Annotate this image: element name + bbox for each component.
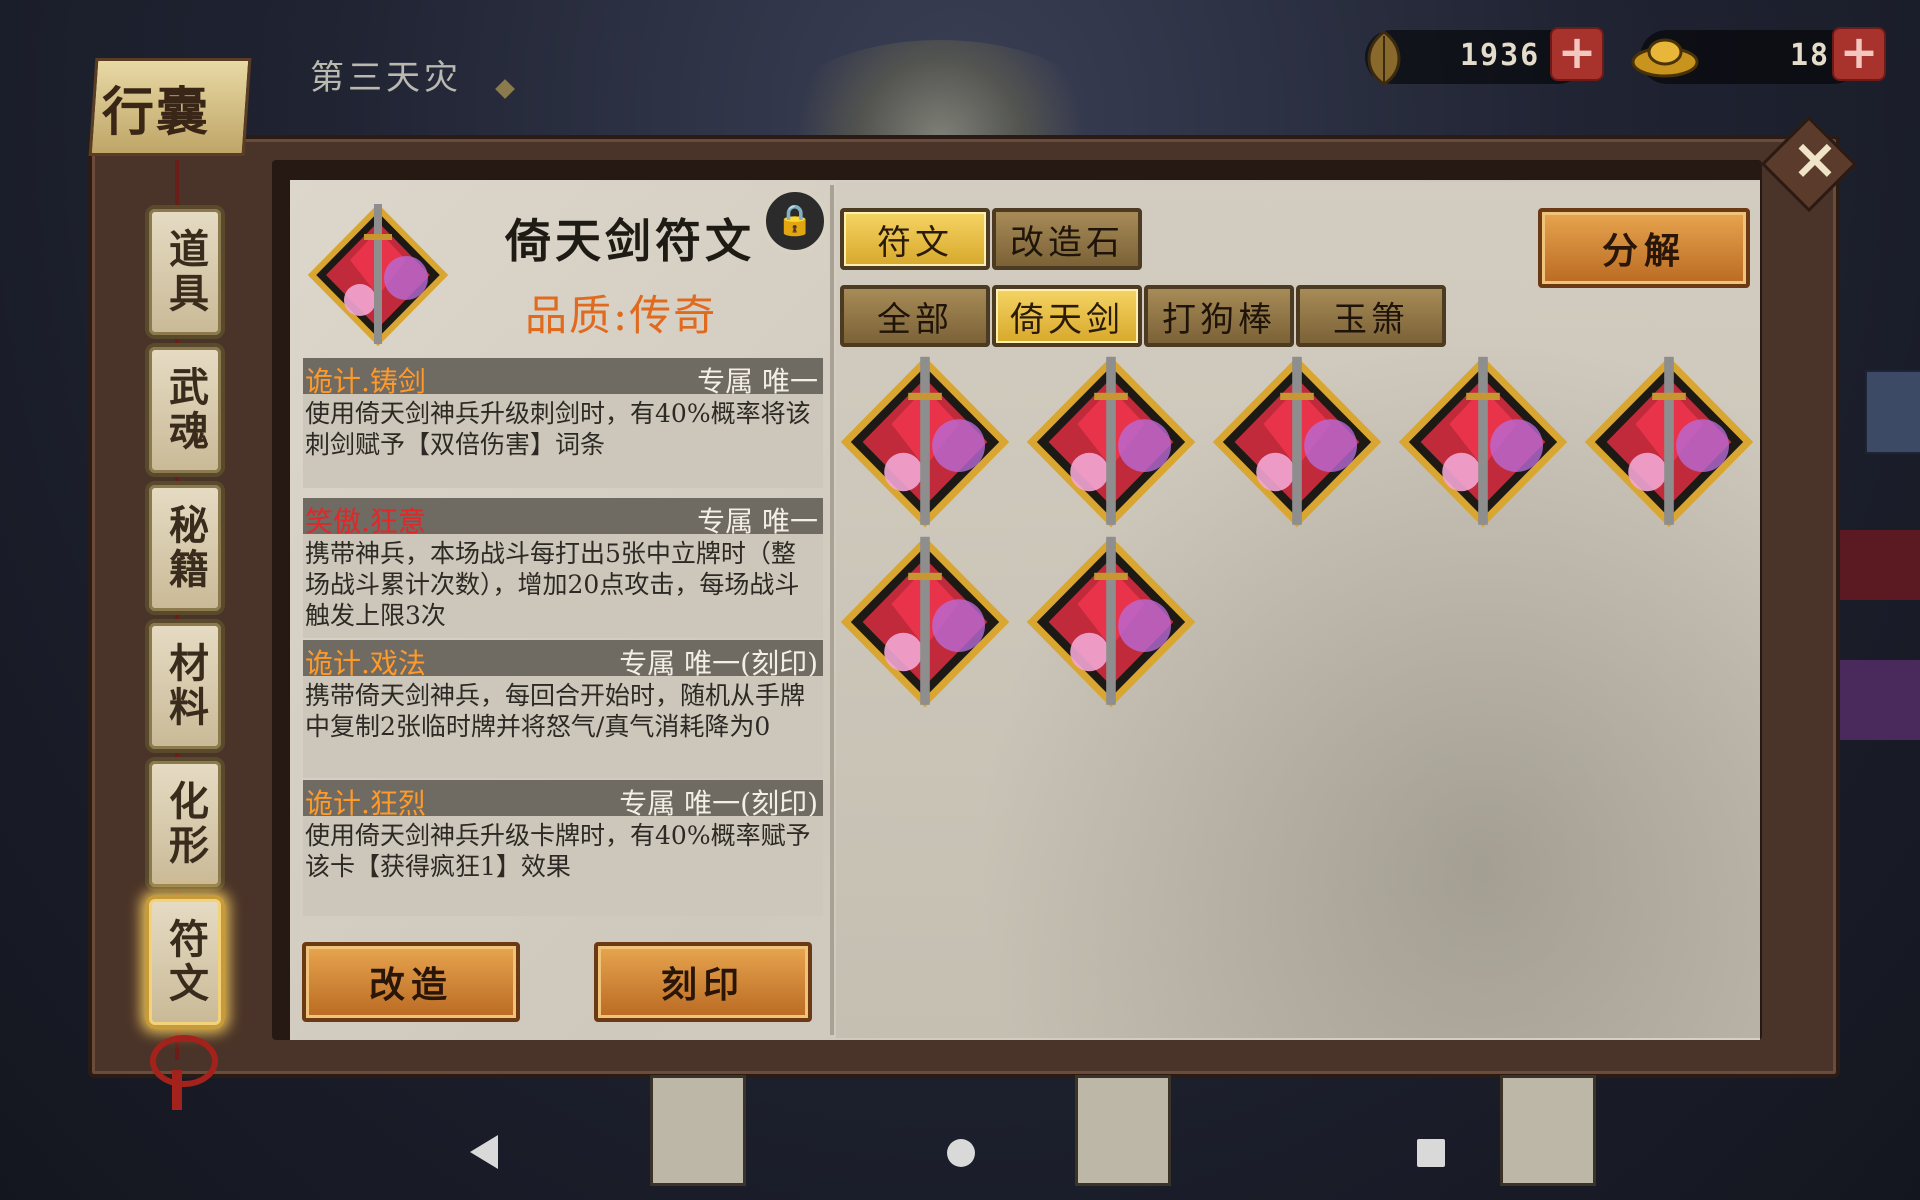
selected-rune-icon — [307, 200, 449, 347]
nav-home-icon[interactable] — [947, 1139, 975, 1167]
gold-currency-value: 18 — [1790, 38, 1831, 73]
knot-decoration — [150, 1035, 218, 1087]
rune-slot[interactable] — [1398, 352, 1568, 528]
lock-icon[interactable]: 🔒 — [762, 188, 828, 254]
bottom-banner — [1500, 1075, 1596, 1186]
gold-ingot-icon — [1630, 28, 1700, 84]
tab-modify-stone[interactable]: 改造石 — [992, 208, 1142, 270]
side-tab-transform[interactable]: 化形 — [145, 757, 225, 891]
leaf-icon — [1360, 28, 1408, 88]
close-icon: × — [1791, 127, 1839, 192]
add-leaf-button[interactable]: + — [1550, 27, 1604, 81]
yitian-sword-rune-icon — [1584, 356, 1754, 528]
side-tab-materials[interactable]: 材料 — [145, 619, 225, 753]
page-title: 行囊 — [102, 82, 211, 143]
yitian-sword-rune-icon — [840, 536, 1010, 708]
decompose-button[interactable]: 分解 — [1538, 208, 1750, 288]
skill-description: 携带倚天剑神兵，每回合开始时，随机从手牌中复制2张临时牌并将怒气/真气消耗降为0 — [305, 681, 806, 741]
side-tab-items[interactable]: 道具 — [145, 205, 225, 339]
item-name: 倚天剑符文 — [505, 214, 755, 268]
add-gold-button[interactable]: + — [1832, 27, 1886, 81]
filter-all[interactable]: 全部 — [840, 285, 990, 347]
side-decoration — [1830, 660, 1920, 740]
rune-slot[interactable] — [840, 532, 1010, 708]
yitian-sword-rune-icon — [1026, 536, 1196, 708]
nav-recent-icon[interactable] — [1417, 1139, 1445, 1167]
yitian-sword-rune-icon — [840, 356, 1010, 528]
side-tab-label: 材料 — [162, 642, 209, 730]
modify-button[interactable]: 改造 — [302, 942, 520, 1022]
side-tab-label: 武魂 — [162, 366, 209, 454]
side-tab-label: 道具 — [162, 228, 209, 316]
panel-divider — [830, 185, 834, 1035]
skill-description: 使用倚天剑神兵升级刺剑时，有40%概率将该刺剑赋予【双倍伤害】词条 — [305, 399, 811, 459]
side-tab-martial-soul[interactable]: 武魂 — [145, 343, 225, 477]
chapter-title: 第三天灾 — [310, 58, 462, 98]
nav-back-icon[interactable] — [470, 1135, 498, 1169]
side-tab-label: 符文 — [162, 918, 209, 1006]
yitian-sword-rune-icon — [1026, 356, 1196, 528]
side-tab-manuals[interactable]: 秘籍 — [145, 481, 225, 615]
leaf-currency-value: 1936 — [1460, 38, 1541, 73]
skill-description: 使用倚天剑神兵升级卡牌时，有40%概率赋予该卡【获得疯狂1】效果 — [305, 821, 811, 881]
rune-slot[interactable] — [840, 352, 1010, 528]
rune-slot[interactable] — [1026, 352, 1196, 528]
bottom-banner — [650, 1075, 746, 1186]
item-quality: 品质:传奇 — [525, 291, 718, 340]
filter-dog-beating-stick[interactable]: 打狗棒 — [1144, 285, 1294, 347]
rune-slot[interactable] — [1212, 352, 1382, 528]
rune-slot[interactable] — [1026, 532, 1196, 708]
rune-slot[interactable] — [1584, 352, 1754, 528]
filter-yitian-sword[interactable]: 倚天剑 — [992, 285, 1142, 347]
side-tab-runes[interactable]: 符文 — [145, 895, 225, 1029]
side-tab-label: 秘籍 — [162, 504, 209, 592]
tab-runes[interactable]: 符文 — [840, 208, 990, 270]
yitian-sword-rune-icon — [1212, 356, 1382, 528]
yitian-sword-rune-icon — [1398, 356, 1568, 528]
engrave-button[interactable]: 刻印 — [594, 942, 812, 1022]
skill-description: 携带神兵，本场战斗每打出5张中立牌时（整场战斗累计次数），增加20点攻击，每场战… — [305, 539, 800, 630]
tassel-decoration — [172, 1070, 182, 1110]
bottom-banner — [1075, 1075, 1171, 1186]
side-decoration — [1865, 370, 1920, 454]
filter-jade-flute[interactable]: 玉箫 — [1296, 285, 1446, 347]
side-decoration — [1830, 530, 1920, 600]
side-tab-label: 化形 — [162, 780, 209, 868]
